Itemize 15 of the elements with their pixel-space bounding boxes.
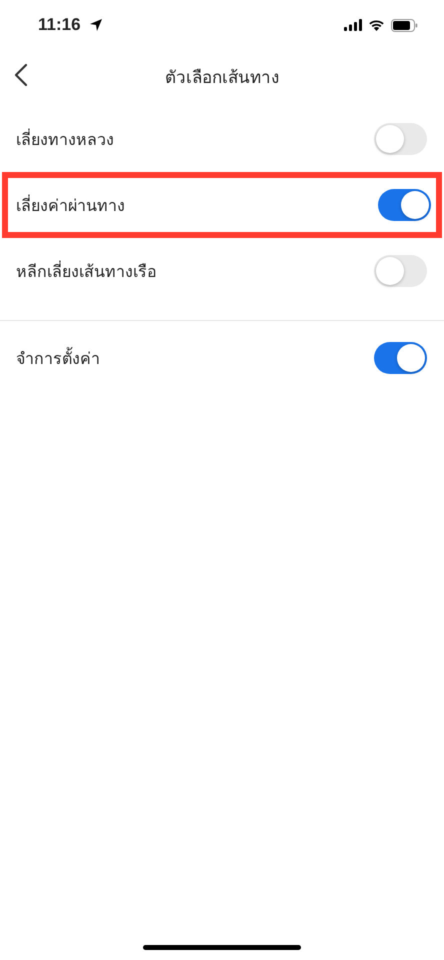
toggle-switch[interactable]: [374, 342, 427, 374]
battery-icon: [391, 18, 418, 32]
status-time: 11:16: [38, 15, 81, 35]
option-label: เลี่ยงค่าผ่านทาง: [16, 194, 125, 216]
screen-title: ตัวเลือกเส้นทาง: [165, 66, 279, 90]
option-label: เลี่ยงทางหลวง: [16, 128, 114, 150]
back-button[interactable]: [14, 62, 30, 88]
option-label: หลีกเลี่ยงเส้นทางเรือ: [16, 260, 157, 282]
option-label: จำการตั้งค่า: [16, 346, 100, 370]
wifi-icon: [368, 19, 385, 31]
toggle-switch[interactable]: [374, 255, 427, 287]
toggle-switch[interactable]: [378, 189, 431, 221]
location-arrow-icon: [88, 18, 103, 32]
toggle-switch[interactable]: [374, 123, 427, 155]
signal-icon: [344, 19, 362, 31]
